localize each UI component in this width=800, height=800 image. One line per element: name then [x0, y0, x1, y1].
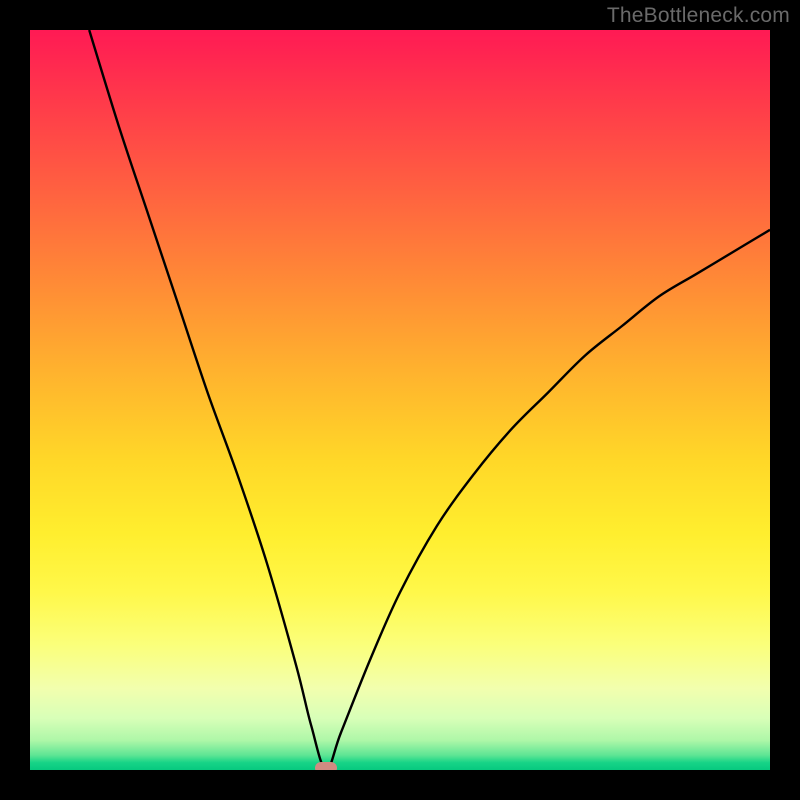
watermark-text: TheBottleneck.com	[607, 4, 790, 28]
bottleneck-curve	[30, 30, 770, 770]
optimal-marker	[315, 762, 337, 770]
chart-area	[30, 30, 770, 770]
